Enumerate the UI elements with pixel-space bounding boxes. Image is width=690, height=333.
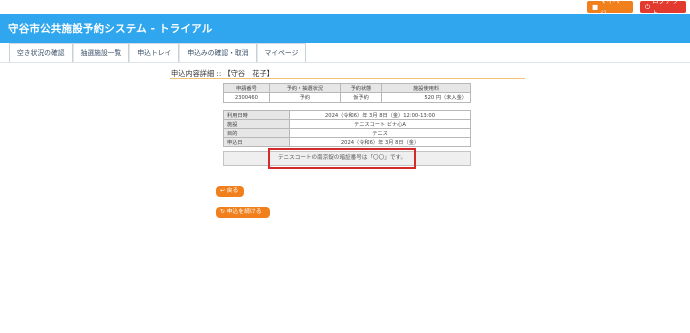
refresh-icon: ↻ — [220, 209, 225, 215]
row-label: 申込日 — [223, 137, 290, 147]
nav-divider — [0, 62, 690, 63]
row-value: テニスコート ビナ心A — [289, 119, 471, 129]
title-underline — [170, 78, 525, 79]
table-row: 2300460 予約 仮予約 520 円（未入金） — [223, 92, 471, 103]
row-value: 2024（令和6）年 3月 8日（金）12:00-13:00 — [289, 110, 471, 120]
row-value: テニス — [289, 128, 471, 138]
reservation-state: 仮予約 — [339, 92, 383, 103]
nav-item-application-tray[interactable]: 申込トレイ — [129, 44, 180, 62]
application-number: 2300460 — [223, 92, 270, 103]
summary-table: 申請番号 予約・抽選状況 予約状態 施設使用料 2300460 予約 仮予約 5… — [223, 83, 471, 103]
table-row: 申込日 2024（令和6）年 3月 8日（金） — [223, 137, 471, 147]
continue-label: 申込を続ける — [226, 209, 262, 215]
row-label: 目的 — [223, 128, 290, 138]
column-header: 予約・抽選状況 — [268, 83, 341, 93]
logout-button[interactable]: ⏻ ログアウト — [640, 0, 686, 17]
user-icon: ■ — [592, 3, 599, 11]
nav-item-confirm-cancel[interactable]: 申込みの確認・取消 — [179, 44, 257, 62]
app-title: 守谷市公共施設予約システム - トライアル — [8, 23, 213, 35]
reservation-status: 予約 — [268, 92, 341, 103]
facility-fee: 520 円（未入金） — [381, 92, 471, 103]
table-row: 目的 テニス — [223, 128, 471, 138]
back-button[interactable]: ↩ 戻る — [216, 186, 244, 197]
detail-table: 利用日時 2024（令和6）年 3月 8日（金）12:00-13:00 施設 テ… — [223, 110, 471, 147]
row-value: 2024（令和6）年 3月 8日（金） — [289, 137, 471, 147]
column-header: 施設使用料 — [381, 83, 471, 93]
back-label: 戻る — [226, 188, 239, 194]
return-icon: ↩ — [220, 188, 225, 194]
nav-item-availability[interactable]: 空き状況の確認 — [9, 44, 73, 62]
table-row: 施設 テニスコート ビナ心A — [223, 119, 471, 129]
continue-application-button[interactable]: ↻ 申込を続ける — [216, 207, 270, 218]
column-header: 申請番号 — [223, 83, 270, 93]
power-icon: ⏻ — [645, 3, 651, 11]
mypage-button[interactable]: ■ マイページ — [587, 0, 633, 17]
main-nav: 空き状況の確認 抽選施設一覧 申込トレイ 申込みの確認・取消 マイページ — [9, 43, 307, 62]
nav-item-mypage[interactable]: マイページ — [256, 44, 307, 62]
table-row: 利用日時 2024（令和6）年 3月 8日（金）12:00-13:00 — [223, 110, 471, 120]
notice-message: テニスコートの南京錠の暗証番号は「〇〇」です。 — [268, 148, 416, 169]
column-header: 予約状態 — [339, 83, 383, 93]
row-label: 施設 — [223, 119, 290, 129]
row-label: 利用日時 — [223, 110, 290, 120]
nav-item-lottery-facilities[interactable]: 抽選施設一覧 — [72, 44, 130, 62]
app-header: 守谷市公共施設予約システム - トライアル — [0, 14, 690, 43]
